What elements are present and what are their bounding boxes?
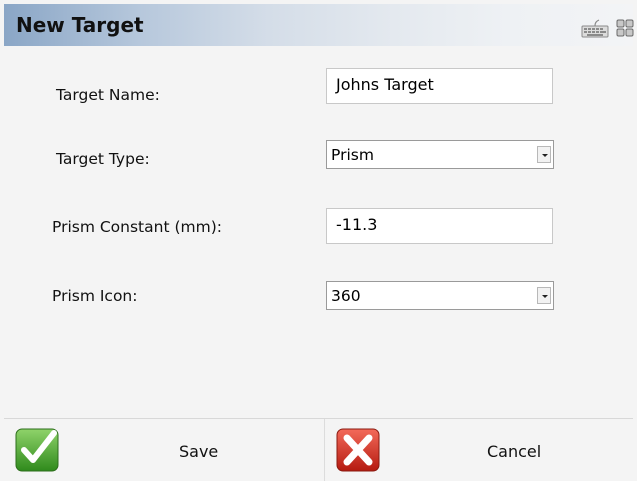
target-type-select[interactable]: Prism xyxy=(326,140,554,169)
target-name-label: Target Name: xyxy=(56,86,160,104)
checkmark-icon xyxy=(15,428,59,472)
prism-icon-value: 360 xyxy=(331,287,361,305)
save-label: Save xyxy=(179,442,219,461)
chevron-down-icon[interactable] xyxy=(537,146,551,163)
keyboard-icon[interactable] xyxy=(581,18,609,38)
prism-icon-label: Prism Icon: xyxy=(52,287,138,305)
target-name-input[interactable]: Johns Target xyxy=(326,68,553,104)
target-type-label: Target Type: xyxy=(56,150,150,168)
prism-constant-input[interactable]: -11.3 xyxy=(326,208,553,244)
cancel-button[interactable]: Cancel xyxy=(326,419,633,481)
title-bar: New Target xyxy=(4,4,634,46)
window-title: New Target xyxy=(16,13,144,37)
prism-icon-select[interactable]: 360 xyxy=(326,281,554,310)
grid-icon[interactable] xyxy=(616,18,634,38)
cancel-label: Cancel xyxy=(487,442,542,461)
prism-constant-label: Prism Constant (mm): xyxy=(52,218,222,236)
target-type-value: Prism xyxy=(331,146,374,164)
save-button[interactable]: Save xyxy=(4,419,324,481)
chevron-down-icon[interactable] xyxy=(537,287,551,304)
close-icon xyxy=(336,428,380,472)
new-target-window: New Target Target Name: Johns Target Tar… xyxy=(0,0,637,481)
